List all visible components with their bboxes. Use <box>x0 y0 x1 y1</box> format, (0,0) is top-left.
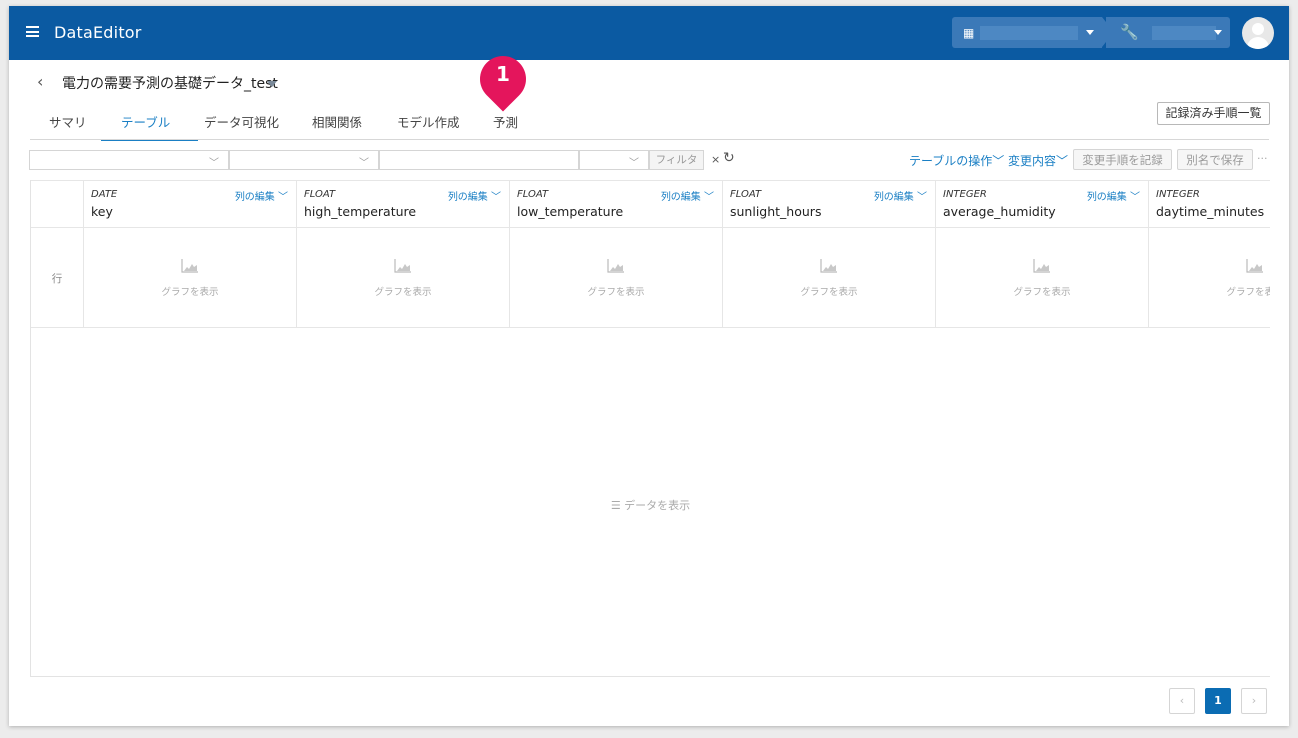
filter-mode-select[interactable]: ﹀ <box>579 150 649 170</box>
top-navigation-bar: DataEditor ▦ 🔧 <box>9 6 1289 60</box>
tool-value-redacted <box>1152 26 1216 40</box>
tool-selector[interactable]: 🔧 <box>1106 17 1230 48</box>
organization-selector[interactable]: ▦ <box>952 17 1114 48</box>
recorded-steps-button[interactable]: 記録済み手順一覧 <box>1157 102 1270 125</box>
stats-divider <box>31 327 1270 328</box>
show-graph-link[interactable]: グラフを表示 <box>297 284 509 298</box>
chevron-down-icon: ﹀ <box>491 192 501 203</box>
edit-column-link[interactable]: 列の編集 ﹀ <box>874 188 927 203</box>
edit-column-link[interactable]: 列の編集 ﹀ <box>1087 188 1140 203</box>
edit-column-link[interactable]: 列の編集 ﹀ <box>448 188 501 203</box>
chevron-down-icon <box>1086 30 1094 35</box>
edit-column-link[interactable]: 列の編集 ﹀ <box>661 188 714 203</box>
column-type: INTEGER <box>943 189 987 200</box>
app-window: DataEditor ▦ 🔧 ‹ 電力の需要予測の基礎データ_test 1 サマ… <box>9 6 1289 726</box>
building-icon: ▦ <box>963 26 975 40</box>
organization-value-redacted <box>980 26 1078 40</box>
step-marker-number: 1 <box>496 62 510 86</box>
pagination-prev-button[interactable]: ‹ <box>1169 688 1195 714</box>
chevron-down-icon: ﹀ <box>1056 154 1069 168</box>
app-title: DataEditor <box>54 23 142 42</box>
filter-value-input[interactable] <box>379 150 579 170</box>
dataset-dropdown-icon[interactable] <box>267 81 277 87</box>
filter-column-select[interactable]: ﹀ <box>29 150 229 170</box>
chevron-down-icon: ﹀ <box>704 192 714 203</box>
column-type: FLOAT <box>517 189 549 200</box>
column-name: daytime_minutes <box>1156 204 1265 219</box>
column-name: average_humidity <box>943 204 1056 219</box>
tab-divider <box>30 139 1269 140</box>
clear-filter-icon[interactable]: × <box>711 153 720 166</box>
chart-icon[interactable] <box>394 259 411 273</box>
edit-column-link[interactable]: 列の編集 ﹀ <box>235 188 288 203</box>
chart-icon[interactable] <box>1033 259 1050 273</box>
tab-summary[interactable]: サマリ <box>49 112 87 131</box>
show-graph-link[interactable]: グラフを表示 <box>510 284 722 298</box>
column-name: sunlight_hours <box>730 204 822 219</box>
filter-button[interactable]: フィルタ <box>649 150 704 170</box>
show-data-link[interactable]: ☰ データを表示 <box>31 497 1270 513</box>
tab-table[interactable]: テーブル <box>121 112 170 131</box>
header-divider <box>31 227 1270 228</box>
user-avatar[interactable] <box>1242 17 1274 49</box>
column-type: DATE <box>91 189 118 200</box>
chart-icon[interactable] <box>820 259 837 273</box>
column-name: key <box>91 204 113 219</box>
hamburger-menu-icon[interactable] <box>26 26 39 37</box>
chart-icon[interactable] <box>607 259 624 273</box>
column-name: low_temperature <box>517 204 624 219</box>
show-graph-link[interactable]: グラフを表示 <box>723 284 935 298</box>
table-column: FLOAT 列の編集 ﹀ high_temperature グラフを表示 <box>297 180 510 328</box>
pagination-page-1[interactable]: 1 <box>1205 688 1231 714</box>
table-column: INTEGER daytime_minutes グラフを表示 <box>1149 180 1270 328</box>
list-icon: ☰ <box>610 499 625 512</box>
back-arrow-icon[interactable]: ‹ <box>37 72 43 91</box>
tab-prediction[interactable]: 予測 <box>493 112 518 131</box>
dataset-title[interactable]: 電力の需要予測の基礎データ_test <box>62 73 278 93</box>
chevron-down-icon: ﹀ <box>359 158 369 169</box>
table-operations-menu[interactable]: テーブルの操作﹀ <box>909 152 1004 169</box>
chevron-down-icon: ﹀ <box>992 154 1005 168</box>
chevron-down-icon: ﹀ <box>629 158 639 169</box>
table-column: DATE 列の編集 ﹀ key グラフを表示 <box>84 180 297 328</box>
column-type: FLOAT <box>730 189 762 200</box>
data-table: 行 DATE 列の編集 ﹀ key グラフを表示 FLOAT 列の編集 ﹀ hi… <box>30 180 1270 677</box>
tab-visualization[interactable]: データ可視化 <box>204 112 279 131</box>
row-header-column: 行 <box>31 180 84 328</box>
chevron-down-icon: ﹀ <box>917 192 927 203</box>
changes-menu[interactable]: 変更内容﹀ <box>1008 152 1068 169</box>
table-column: FLOAT 列の編集 ﹀ sunlight_hours グラフを表示 <box>723 180 936 328</box>
column-type: INTEGER <box>1156 189 1200 200</box>
record-steps-button[interactable]: 変更手順を記録 <box>1073 149 1172 170</box>
show-graph-link[interactable]: グラフを表示 <box>936 284 1148 298</box>
show-graph-link[interactable]: グラフを表示 <box>1149 284 1270 298</box>
refresh-icon[interactable]: ↻ <box>723 150 735 166</box>
column-name: high_temperature <box>304 204 417 219</box>
row-label: 行 <box>51 273 63 285</box>
more-options-icon[interactable]: ··· <box>1257 152 1268 165</box>
chart-icon[interactable] <box>181 259 198 273</box>
table-column: INTEGER 列の編集 ﹀ average_humidity グラフを表示 <box>936 180 1149 328</box>
pagination-next-button[interactable]: › <box>1241 688 1267 714</box>
chart-icon[interactable] <box>1246 259 1263 273</box>
column-type: FLOAT <box>304 189 336 200</box>
chevron-down-icon: ﹀ <box>278 192 288 203</box>
filter-operator-select[interactable]: ﹀ <box>229 150 379 170</box>
chevron-down-icon: ﹀ <box>209 158 219 169</box>
chevron-down-icon <box>1214 30 1222 35</box>
show-graph-link[interactable]: グラフを表示 <box>84 284 296 298</box>
chevron-down-icon: ﹀ <box>1130 192 1140 203</box>
wrench-icon: 🔧 <box>1120 23 1139 41</box>
save-as-button[interactable]: 別名で保存 <box>1177 149 1253 170</box>
tab-correlation[interactable]: 相関関係 <box>312 112 362 131</box>
tab-model-creation[interactable]: モデル作成 <box>397 112 460 131</box>
table-column: FLOAT 列の編集 ﹀ low_temperature グラフを表示 <box>510 180 723 328</box>
